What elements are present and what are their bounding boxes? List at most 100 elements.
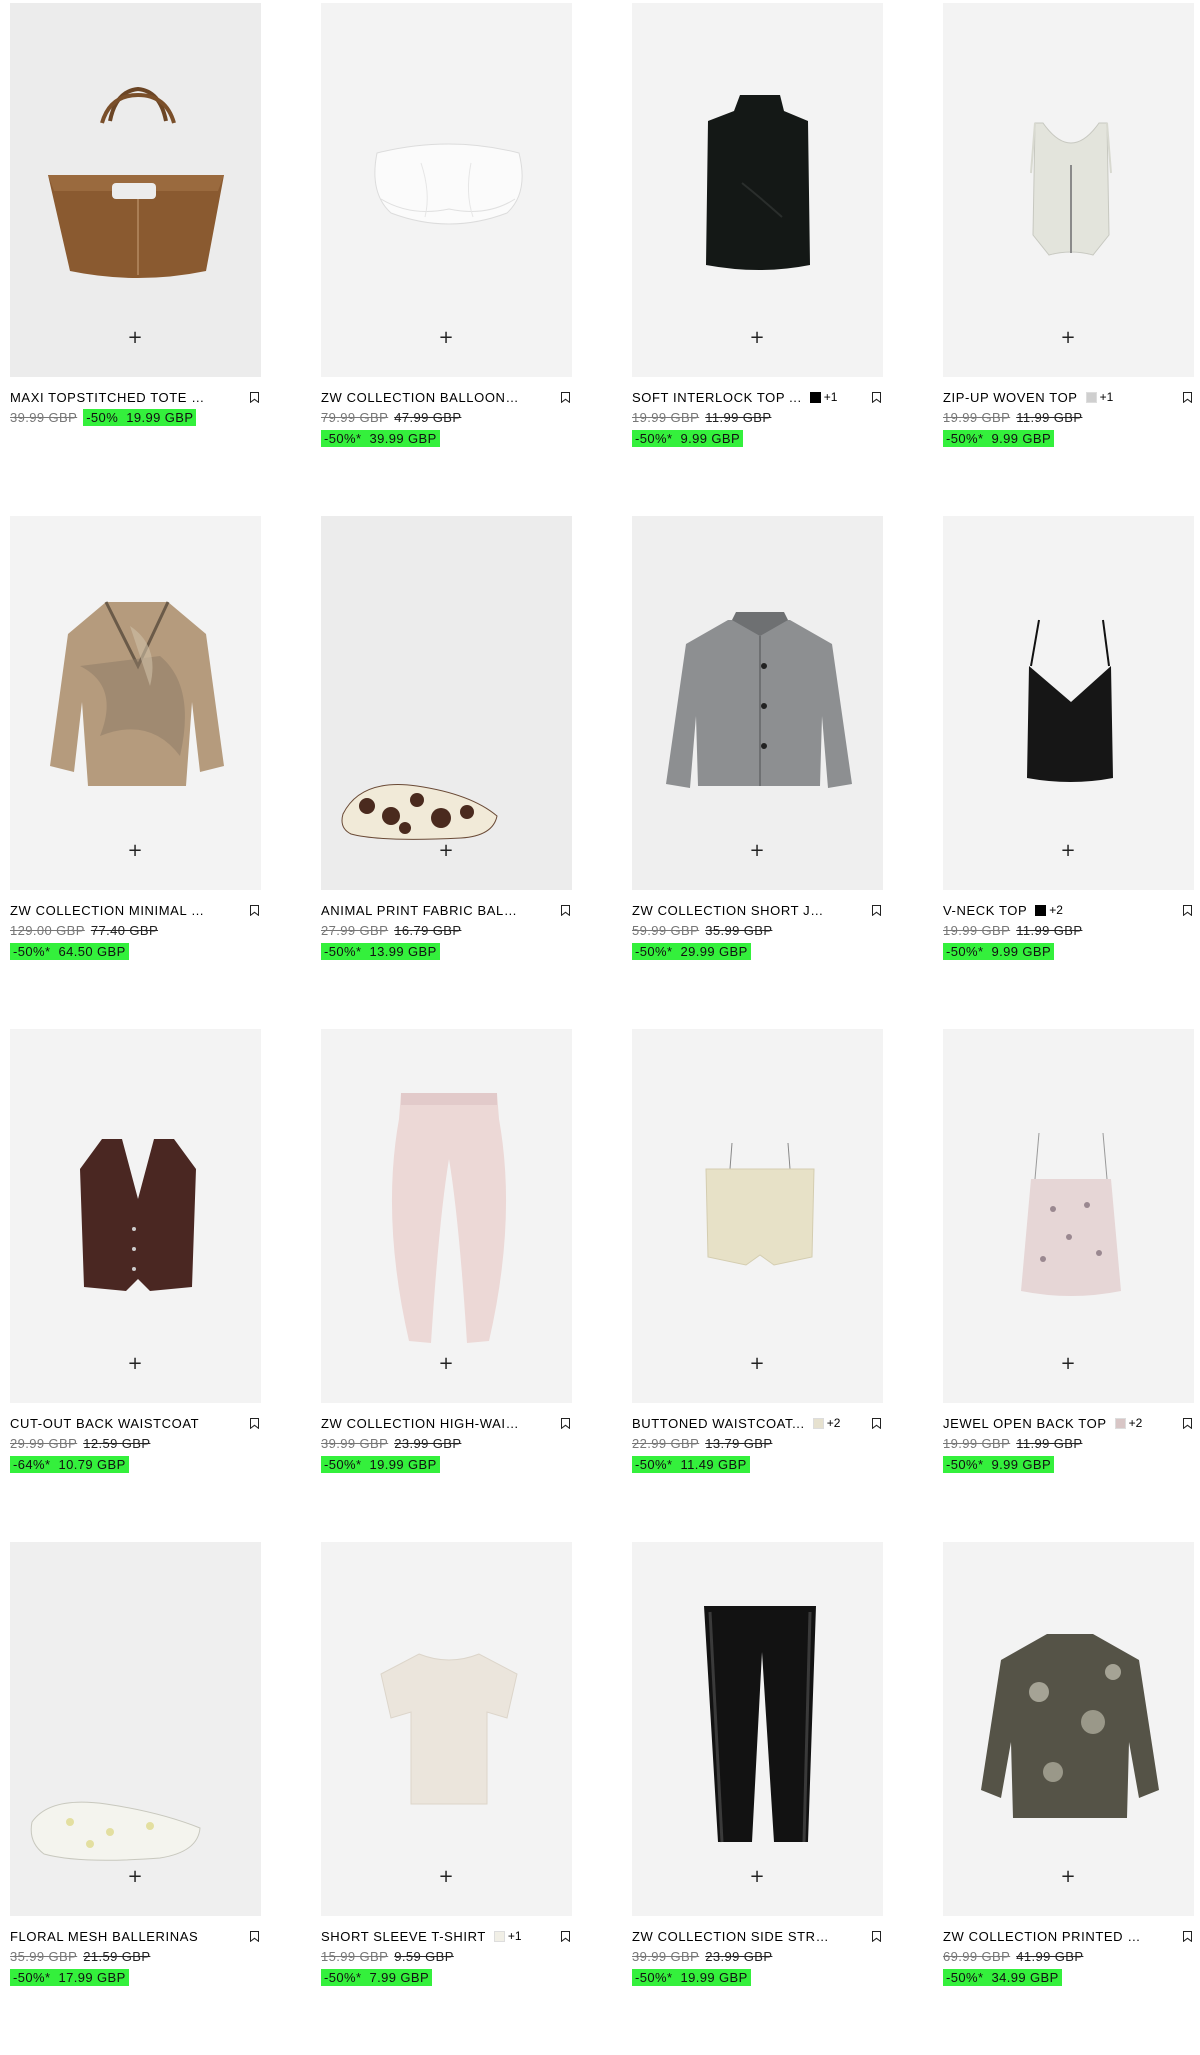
product-name[interactable]: V-NECK TOP xyxy=(943,903,1027,918)
plus-icon[interactable]: + xyxy=(1056,1352,1080,1376)
plus-icon[interactable]: + xyxy=(1056,1865,1080,1889)
product-name[interactable]: SOFT INTERLOCK TOP ... xyxy=(632,390,802,405)
product-image[interactable]: + xyxy=(943,1542,1194,1916)
plus-icon[interactable]: + xyxy=(434,1865,458,1889)
sale-tag: -50%* 9.99 GBP xyxy=(943,942,1055,960)
product-card[interactable]: + ZW COLLECTION HIGH-WAIS... 39.99 GBP 2… xyxy=(321,1029,572,1542)
bookmark-icon[interactable] xyxy=(558,1928,572,1944)
product-image[interactable]: + xyxy=(321,516,572,890)
product-card[interactable]: + ZW COLLECTION MINIMAL P... 129.00 GBP … xyxy=(10,516,261,1029)
paisley-shirt-image xyxy=(981,1634,1159,1818)
product-card[interactable]: + CUT-OUT BACK WAISTCOAT 29.99 GBP 12.59… xyxy=(10,1029,261,1542)
plus-icon[interactable]: + xyxy=(745,1352,769,1376)
product-name[interactable]: ZW COLLECTION SIDE STRIP... xyxy=(632,1929,832,1944)
plus-icon[interactable]: + xyxy=(745,1865,769,1889)
product-image[interactable]: + xyxy=(10,1029,261,1403)
product-name[interactable]: ZW COLLECTION MINIMAL P... xyxy=(10,903,210,918)
bookmark-icon[interactable] xyxy=(558,902,572,918)
product-card[interactable]: + V-NECK TOP +2 19.99 GBP 11.99 GBP -50%… xyxy=(943,516,1194,1029)
product-name[interactable]: ZIP-UP WOVEN TOP xyxy=(943,390,1078,405)
product-name[interactable]: MAXI TOPSTITCHED TOTE BAG xyxy=(10,390,210,405)
product-image[interactable]: + xyxy=(10,3,261,377)
product-image[interactable]: + xyxy=(632,3,883,377)
previous-price: 47.99 GBP xyxy=(394,409,462,425)
sale-row: -50%* 19.99 GBP xyxy=(321,1455,572,1473)
mesh-flat-image xyxy=(30,1801,201,1861)
product-card[interactable]: + ANIMAL PRINT FABRIC BALLE... 27.99 GBP… xyxy=(321,516,572,1029)
bookmark-icon[interactable] xyxy=(1180,1415,1194,1431)
product-image[interactable]: + xyxy=(321,1029,572,1403)
bookmark-icon[interactable] xyxy=(247,389,261,405)
product-card[interactable]: + JEWEL OPEN BACK TOP +2 19.99 GBP 11.99… xyxy=(943,1029,1194,1542)
product-name[interactable]: FLORAL MESH BALLERINAS xyxy=(10,1929,198,1944)
product-image[interactable]: + xyxy=(943,3,1194,377)
product-image[interactable]: + xyxy=(632,1542,883,1916)
original-price: 19.99 GBP xyxy=(632,409,700,425)
original-price: 22.99 GBP xyxy=(632,1435,700,1451)
product-name[interactable]: SHORT SLEEVE T-SHIRT xyxy=(321,1929,486,1944)
bookmark-icon[interactable] xyxy=(1180,1928,1194,1944)
product-image[interactable]: + xyxy=(10,516,261,890)
plus-icon[interactable]: + xyxy=(123,326,147,350)
bookmark-icon[interactable] xyxy=(247,1928,261,1944)
product-name[interactable]: ANIMAL PRINT FABRIC BALLE... xyxy=(321,903,521,918)
plus-icon[interactable]: + xyxy=(123,1352,147,1376)
product-card[interactable]: + ZW COLLECTION PRINTED S... 69.99 GBP 4… xyxy=(943,1542,1194,2055)
product-card[interactable]: + ZIP-UP WOVEN TOP +1 19.99 GBP 11.99 GB… xyxy=(943,3,1194,516)
product-image[interactable]: + xyxy=(632,516,883,890)
sale-tag: -50% 19.99 GBP xyxy=(83,408,197,426)
product-name[interactable]: ZW COLLECTION HIGH-WAIS... xyxy=(321,1416,521,1431)
bookmark-icon[interactable] xyxy=(1180,389,1194,405)
product-image[interactable]: + xyxy=(632,1029,883,1403)
bookmark-icon[interactable] xyxy=(869,902,883,918)
bookmark-icon[interactable] xyxy=(247,902,261,918)
sale-row: -50%* 29.99 GBP xyxy=(632,942,883,960)
product-card[interactable]: + ZW COLLECTION SHORT JAC... 59.99 GBP 3… xyxy=(632,516,883,1029)
price-row: 79.99 GBP 47.99 GBP xyxy=(321,408,572,426)
product-image[interactable]: + xyxy=(321,3,572,377)
plus-icon[interactable]: + xyxy=(1056,326,1080,350)
price-row: 39.99 GBP 23.99 GBP xyxy=(632,1947,883,1965)
bookmark-icon[interactable] xyxy=(1180,902,1194,918)
sale-row: -50%* 9.99 GBP xyxy=(632,429,883,447)
bookmark-icon[interactable] xyxy=(247,1415,261,1431)
product-name[interactable]: ZW COLLECTION BALLOON ... xyxy=(321,390,521,405)
product-name[interactable]: JEWEL OPEN BACK TOP xyxy=(943,1416,1107,1431)
plus-icon[interactable]: + xyxy=(123,1865,147,1889)
plus-icon[interactable]: + xyxy=(434,1352,458,1376)
discount-badge: -50%* xyxy=(324,430,362,446)
product-card[interactable]: + BUTTONED WAISTCOAT... +2 22.99 GBP 13.… xyxy=(632,1029,883,1542)
price-row: 22.99 GBP 13.79 GBP xyxy=(632,1434,883,1452)
product-image[interactable]: + xyxy=(10,1542,261,1916)
bookmark-icon[interactable] xyxy=(869,1928,883,1944)
plus-icon[interactable]: + xyxy=(1056,839,1080,863)
product-card[interactable]: + ZW COLLECTION SIDE STRIP... 39.99 GBP … xyxy=(632,1542,883,2055)
product-name[interactable]: BUTTONED WAISTCOAT... xyxy=(632,1416,805,1431)
product-card[interactable]: + ZW COLLECTION BALLOON ... 79.99 GBP 47… xyxy=(321,3,572,516)
product-card[interactable]: + MAXI TOPSTITCHED TOTE BAG 39.99 GBP -5… xyxy=(10,3,261,516)
bookmark-icon[interactable] xyxy=(558,389,572,405)
product-image[interactable]: + xyxy=(943,1029,1194,1403)
bookmark-icon[interactable] xyxy=(869,1415,883,1431)
previous-price: 9.59 GBP xyxy=(394,1948,454,1964)
product-info: SHORT SLEEVE T-SHIRT +1 xyxy=(321,1928,572,1944)
product-image[interactable]: + xyxy=(943,516,1194,890)
product-card[interactable]: + FLORAL MESH BALLERINAS 35.99 GBP 21.59… xyxy=(10,1542,261,2055)
product-name[interactable]: ZW COLLECTION SHORT JAC... xyxy=(632,903,832,918)
plus-icon[interactable]: + xyxy=(745,839,769,863)
sale-tag: -50%* 34.99 GBP xyxy=(943,1968,1062,1986)
plus-icon[interactable]: + xyxy=(434,326,458,350)
plus-icon[interactable]: + xyxy=(434,839,458,863)
plus-icon[interactable]: + xyxy=(745,326,769,350)
price-row: 15.99 GBP 9.59 GBP xyxy=(321,1947,572,1965)
product-card[interactable]: + SOFT INTERLOCK TOP ... +1 19.99 GBP 11… xyxy=(632,3,883,516)
product-name[interactable]: CUT-OUT BACK WAISTCOAT xyxy=(10,1416,199,1431)
product-info: ZW COLLECTION BALLOON ... xyxy=(321,389,572,405)
plus-icon[interactable]: + xyxy=(123,839,147,863)
product-card[interactable]: + SHORT SLEEVE T-SHIRT +1 15.99 GBP 9.59… xyxy=(321,1542,572,2055)
bookmark-icon[interactable] xyxy=(869,389,883,405)
product-image[interactable]: + xyxy=(321,1542,572,1916)
product-name[interactable]: ZW COLLECTION PRINTED S... xyxy=(943,1929,1143,1944)
bookmark-icon[interactable] xyxy=(558,1415,572,1431)
product-info: ZW COLLECTION SHORT JAC... xyxy=(632,902,883,918)
